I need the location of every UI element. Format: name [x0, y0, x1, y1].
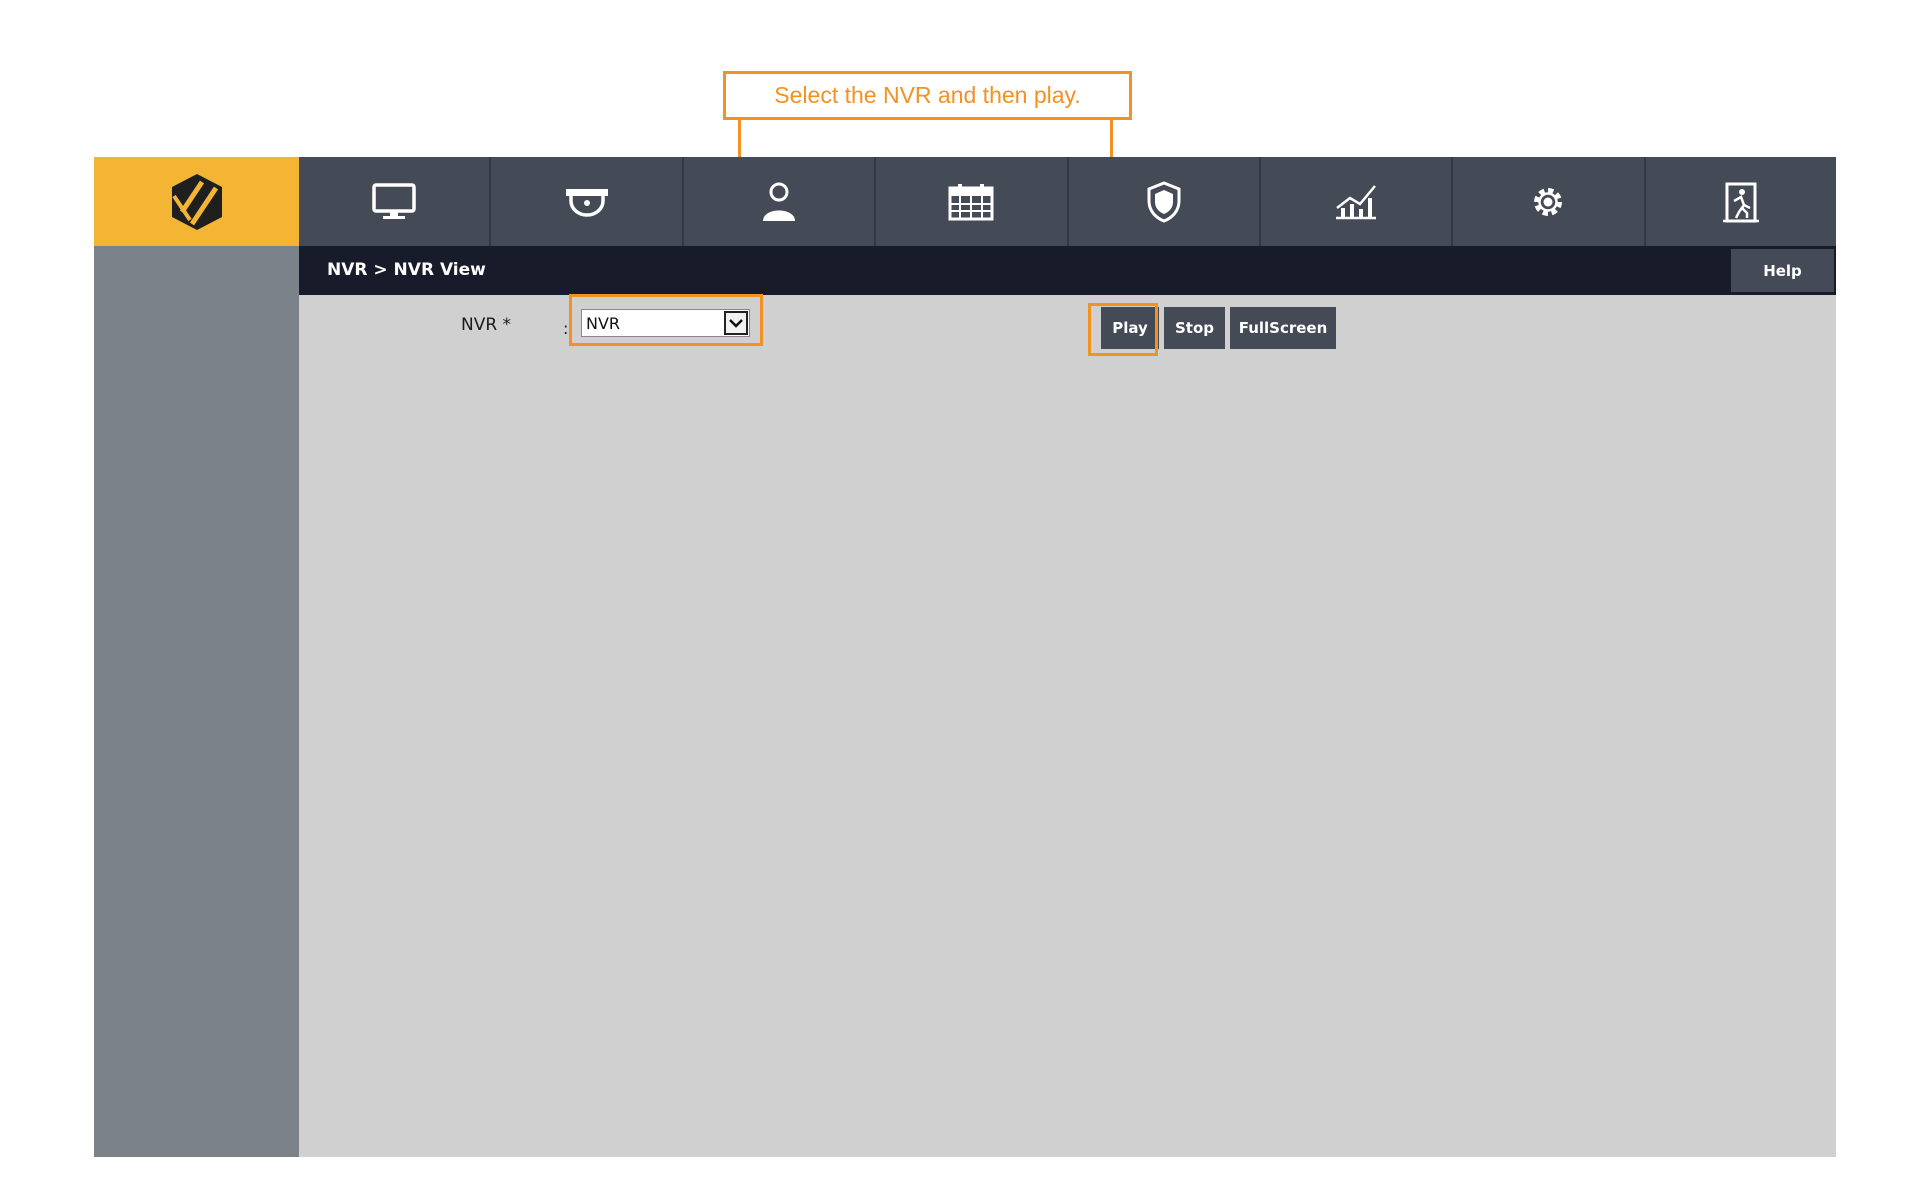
nav-item-devices[interactable] — [491, 157, 684, 246]
app-logo — [94, 157, 299, 246]
nvr-field-label: NVR * — [461, 315, 512, 335]
nvr-select-value: NVR — [586, 313, 621, 333]
shield-icon — [1147, 180, 1181, 223]
nav-item-settings[interactable] — [1453, 157, 1646, 246]
instruction-callout: Select the NVR and then play. — [723, 71, 1132, 120]
nav-item-reports[interactable] — [1261, 157, 1454, 246]
nav-item-monitoring[interactable] — [299, 157, 492, 246]
chart-icon — [1336, 184, 1377, 219]
nav-item-logout[interactable] — [1646, 157, 1836, 246]
chevron-down-icon[interactable] — [724, 311, 748, 335]
nav-item-schedule[interactable] — [876, 157, 1069, 246]
nvr-select[interactable]: NVR — [581, 309, 750, 337]
breadcrumb: NVR > NVR View — [327, 260, 486, 280]
field-colon: : — [563, 319, 569, 338]
breadcrumb-bar: NVR > NVR View Help — [299, 246, 1836, 295]
logo-icon — [171, 173, 222, 230]
monitor-icon — [372, 182, 416, 219]
nav-item-security[interactable] — [1069, 157, 1261, 246]
sidebar — [94, 246, 299, 1157]
help-button[interactable]: Help — [1731, 249, 1834, 292]
app-window: NVR > NVR View Help NVR * : NVR Play Sto… — [94, 157, 1836, 1157]
calendar-icon — [948, 183, 994, 220]
user-icon — [762, 182, 795, 221]
nav-item-users[interactable] — [684, 157, 877, 246]
exit-door-icon — [1722, 182, 1759, 222]
stop-button[interactable]: Stop — [1164, 307, 1225, 349]
gear-icon — [1534, 187, 1563, 216]
nvr-view-panel: NVR * : NVR Play Stop FullScreen — [299, 295, 1836, 1157]
play-button[interactable]: Play — [1101, 307, 1159, 349]
dome-camera-icon — [565, 188, 608, 217]
fullscreen-button[interactable]: FullScreen — [1230, 307, 1336, 349]
top-navigation — [299, 157, 1836, 246]
